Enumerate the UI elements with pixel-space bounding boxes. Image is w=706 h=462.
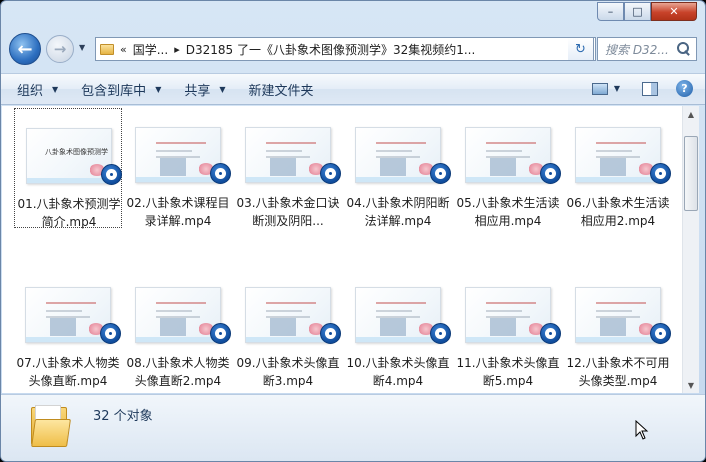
video-thumbnail — [465, 287, 551, 343]
file-name: 06.八卦象术生活读相应用2.mp4 — [566, 196, 670, 228]
file-name: 04.八卦象术阴阳断法详解.mp4 — [346, 196, 450, 228]
recent-pages-chevron-icon[interactable]: ▼ — [79, 43, 85, 52]
breadcrumb-item[interactable]: 国学... — [133, 41, 168, 58]
video-thumbnail — [135, 287, 221, 343]
file-item[interactable]: 10.八卦象术头像直断4.mp4 — [344, 268, 452, 388]
media-player-icon — [650, 323, 671, 344]
breadcrumb-item[interactable]: D32185 了一《八卦象术图像预测学》32集视频约1... — [186, 41, 476, 58]
media-player-icon — [650, 163, 671, 184]
file-item[interactable]: 八卦象术图像预测学 01.八卦象术预测学简介.mp4 — [14, 108, 122, 229]
forward-arrow-icon[interactable]: → — [46, 35, 74, 63]
media-player-icon — [101, 164, 122, 185]
address-bar[interactable]: « 国学... ▸ D32185 了一《八卦象术图像预测学》32集视频约1...… — [95, 37, 596, 61]
caption-buttons: – □ ✕ — [597, 2, 697, 21]
file-name: 03.八卦象术金口诀断测及阴阳... — [236, 196, 340, 228]
media-player-icon — [210, 323, 231, 344]
media-player-icon — [320, 163, 341, 184]
search-icon[interactable] — [675, 40, 693, 58]
media-player-icon — [320, 323, 341, 344]
video-thumbnail — [25, 287, 111, 343]
video-thumbnail — [135, 127, 221, 183]
chevron-down-icon: ▼ — [52, 84, 59, 94]
file-name: 12.八卦象术不可用头像类型.mp4 — [566, 356, 670, 388]
include-in-library-label: 包含到库中 — [81, 83, 147, 99]
search-input[interactable]: 搜索 D32... — [597, 37, 697, 61]
file-name: 10.八卦象术头像直断4.mp4 — [346, 356, 450, 388]
preview-pane-icon[interactable] — [642, 81, 658, 96]
view-controls: ▼ ? — [591, 80, 693, 97]
breadcrumb-overflow[interactable]: « — [120, 43, 127, 56]
scrollbar-thumb[interactable] — [684, 136, 698, 211]
file-item[interactable]: 08.八卦象术人物类头像直断2.mp4 — [124, 268, 232, 388]
organize-label: 组织 — [17, 83, 44, 99]
file-name: 01.八卦象术预测学简介.mp4 — [17, 197, 121, 229]
file-item[interactable]: 02.八卦象术课程目录详解.mp4 — [124, 108, 232, 228]
video-thumbnail — [355, 287, 441, 343]
file-item[interactable]: 09.八卦象术头像直断3.mp4 — [234, 268, 342, 388]
file-item[interactable]: 07.八卦象术人物类头像直断.mp4 — [14, 268, 122, 388]
search-placeholder: 搜索 D32... — [605, 42, 669, 57]
back-arrow-icon[interactable]: ← — [9, 33, 41, 65]
thumbnail-title: 八卦象术图像预测学 — [45, 148, 108, 156]
media-player-icon — [540, 163, 561, 184]
vertical-scrollbar[interactable]: ▲ ▼ — [682, 106, 699, 393]
file-name: 08.八卦象术人物类头像直断2.mp4 — [126, 356, 230, 388]
help-icon[interactable]: ? — [676, 80, 693, 97]
media-player-icon — [100, 323, 121, 344]
organize-menu-button[interactable]: 组织 ▼ — [17, 80, 58, 99]
file-name: 05.八卦象术生活读相应用.mp4 — [456, 196, 560, 228]
file-list: 八卦象术图像预测学 01.八卦象术预测学简介.mp4 02.八卦象术课程目录详解.m… — [2, 106, 682, 393]
file-item[interactable]: 11.八卦象术头像直断5.mp4 — [454, 268, 562, 388]
scroll-down-icon[interactable]: ▼ — [683, 377, 699, 393]
share-label: 共享 — [184, 83, 211, 99]
file-item[interactable]: 12.八卦象术不可用头像类型.mp4 — [564, 268, 672, 388]
file-name: 02.八卦象术课程目录详解.mp4 — [126, 196, 230, 228]
file-item[interactable]: 03.八卦象术金口诀断测及阴阳... — [234, 108, 342, 228]
maximize-button[interactable]: □ — [624, 2, 651, 21]
command-bar: 组织 ▼ 包含到库中 ▼ 共享 ▼ 新建文件夹 ▼ ? — [1, 73, 705, 105]
file-item[interactable]: 04.八卦象术阴阳断法详解.mp4 — [344, 108, 452, 228]
file-name: 09.八卦象术头像直断3.mp4 — [236, 356, 340, 388]
scroll-up-icon[interactable]: ▲ — [683, 106, 699, 122]
share-button[interactable]: 共享 ▼ — [184, 80, 225, 99]
file-name: 11.八卦象术头像直断5.mp4 — [456, 356, 560, 388]
chevron-down-icon[interactable]: ▼ — [614, 84, 620, 93]
video-thumbnail — [245, 127, 331, 183]
file-item[interactable]: 05.八卦象术生活读相应用.mp4 — [454, 108, 562, 228]
item-count: 32 个对象 — [93, 409, 153, 424]
file-name: 07.八卦象术人物类头像直断.mp4 — [16, 356, 120, 388]
new-folder-button[interactable]: 新建文件夹 — [249, 80, 314, 99]
breadcrumb-separator[interactable]: ▸ — [174, 43, 180, 56]
details-pane: 32 个对象 — [1, 394, 705, 461]
media-player-icon — [430, 163, 451, 184]
video-thumbnail: 八卦象术图像预测学 — [26, 128, 112, 184]
file-item[interactable]: 06.八卦象术生活读相应用2.mp4 — [564, 108, 672, 228]
media-player-icon — [210, 163, 231, 184]
media-player-icon — [430, 323, 451, 344]
chevron-down-icon: ▼ — [219, 84, 226, 94]
minimize-button[interactable]: – — [597, 2, 624, 21]
folder-icon — [100, 43, 114, 55]
change-view-icon[interactable] — [591, 82, 608, 95]
new-folder-label: 新建文件夹 — [248, 83, 314, 99]
close-button[interactable]: ✕ — [651, 2, 697, 21]
mouse-cursor-icon — [635, 420, 649, 440]
folder-icon — [31, 405, 71, 447]
video-thumbnail — [245, 287, 331, 343]
video-thumbnail — [575, 127, 661, 183]
video-thumbnail — [465, 127, 551, 183]
chevron-down-icon: ▼ — [155, 84, 162, 94]
refresh-button[interactable]: ↻ — [568, 37, 594, 61]
explorer-window: – □ ✕ ← → ▼ « 国学... ▸ D32185 了一《八卦象术图像预测… — [0, 0, 706, 462]
video-thumbnail — [355, 127, 441, 183]
video-thumbnail — [575, 287, 661, 343]
include-in-library-button[interactable]: 包含到库中 ▼ — [81, 80, 161, 99]
navigation-bar: ← → ▼ « 国学... ▸ D32185 了一《八卦象术图像预测学》32集视… — [9, 33, 697, 65]
media-player-icon — [540, 323, 561, 344]
